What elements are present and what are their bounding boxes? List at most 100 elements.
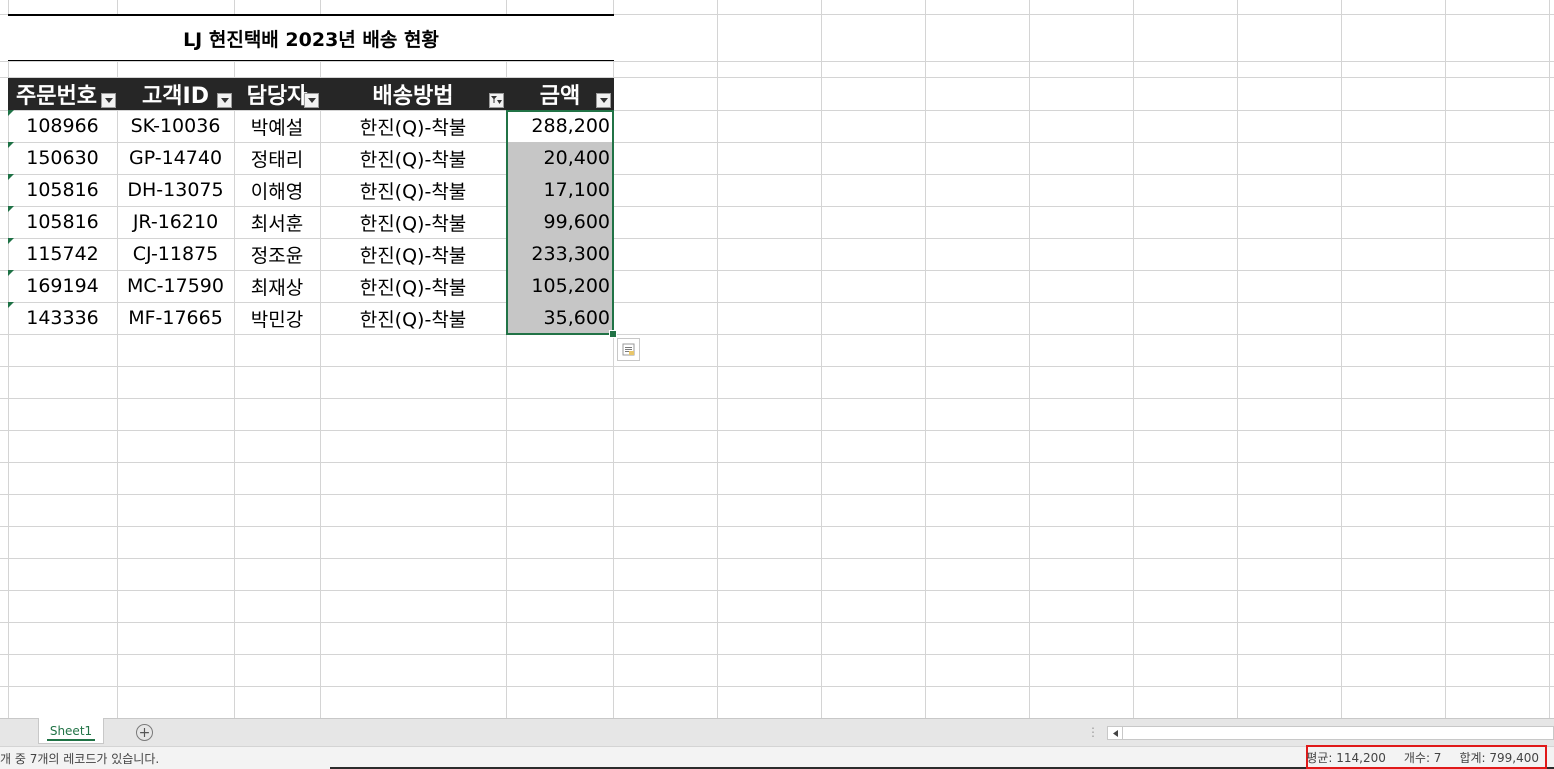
sheet-title-cell[interactable]: LJ 현진택배 2023년 배송 현황: [8, 14, 614, 61]
cell-manager[interactable]: 최서훈: [234, 206, 320, 238]
sheet-title: LJ 현진택배 2023년 배송 현황: [183, 28, 439, 51]
cell-manager[interactable]: 박민강: [234, 302, 320, 334]
cell-order-number[interactable]: 143336: [8, 302, 117, 334]
cell-amount[interactable]: 288,200: [506, 110, 614, 142]
gridline: [925, 0, 926, 718]
cell-customer-id[interactable]: MF-17665: [117, 302, 234, 334]
gridline: [1445, 0, 1446, 718]
status-sum[interactable]: 합계: 799,400: [1459, 749, 1539, 766]
cell-text: 143336: [26, 307, 99, 329]
table-row: 150630 GP-14740 정태리 한진(Q)-착불 20,400: [8, 142, 614, 174]
cell-customer-id[interactable]: JR-16210: [117, 206, 234, 238]
table-row: 169194 MC-17590 최재상 한진(Q)-착불 105,200: [8, 270, 614, 302]
cell-order-number[interactable]: 105816: [8, 174, 117, 206]
gridline: [0, 558, 1554, 559]
cell-shipping-method[interactable]: 한진(Q)-착불: [320, 110, 506, 142]
fill-handle[interactable]: [609, 330, 617, 338]
number-as-text-indicator-icon: [8, 302, 14, 308]
table-header-row: 주문번호 고객ID 담당자 배송방법 금액: [8, 78, 614, 110]
gridline: [0, 494, 1554, 495]
cell-manager[interactable]: 정태리: [234, 142, 320, 174]
header-label: 고객ID: [142, 84, 209, 109]
cell-order-number[interactable]: 150630: [8, 142, 117, 174]
cell-amount[interactable]: 105,200: [506, 270, 614, 302]
cell-customer-id[interactable]: SK-10036: [117, 110, 234, 142]
scroll-left-icon[interactable]: [1108, 727, 1123, 739]
table-row: 115742 CJ-11875 정조윤 한진(Q)-착불 233,300: [8, 238, 614, 270]
gridline: [0, 430, 1554, 431]
cell-text: 한진(Q)-착불: [359, 180, 467, 203]
cell-text: 한진(Q)-착불: [359, 148, 467, 171]
header-customer-id[interactable]: 고객ID: [117, 78, 234, 110]
cell-text: 한진(Q)-착불: [359, 276, 467, 299]
header-order-number[interactable]: 주문번호: [8, 78, 117, 110]
cell-manager[interactable]: 이해영: [234, 174, 320, 206]
cell-order-number[interactable]: 105816: [8, 206, 117, 238]
cell-text: 최서훈: [250, 212, 304, 235]
status-average[interactable]: 평균: 114,200: [1306, 749, 1386, 766]
header-shipping-method[interactable]: 배송방법: [320, 78, 506, 110]
filter-dropdown-icon[interactable]: [304, 93, 319, 108]
cell-customer-id[interactable]: CJ-11875: [117, 238, 234, 270]
gridline: [0, 61, 1554, 62]
cell-text: 한진(Q)-착불: [359, 212, 467, 235]
cell-text: 105816: [26, 211, 99, 233]
cell-shipping-method[interactable]: 한진(Q)-착불: [320, 270, 506, 302]
worksheet-grid[interactable]: LJ 현진택배 2023년 배송 현황 주문번호 고객ID 담당자 배송방법 금…: [0, 0, 1554, 718]
add-sheet-icon[interactable]: +: [136, 724, 153, 741]
cell-text: 이해영: [250, 180, 304, 203]
gridline: [1341, 0, 1342, 718]
cell-amount[interactable]: 20,400: [506, 142, 614, 174]
header-label: 금액: [539, 84, 581, 109]
cell-amount[interactable]: 99,600: [506, 206, 614, 238]
cell-order-number[interactable]: 108966: [8, 110, 117, 142]
table-row: 143336 MF-17665 박민강 한진(Q)-착불 35,600: [8, 302, 614, 334]
cell-shipping-method[interactable]: 한진(Q)-착불: [320, 174, 506, 206]
cell-order-number[interactable]: 169194: [8, 270, 117, 302]
gridline: [0, 686, 1554, 687]
filter-dropdown-icon[interactable]: [596, 93, 611, 108]
cell-text: MF-17665: [128, 307, 223, 329]
cell-amount[interactable]: 17,100: [506, 174, 614, 206]
gridline: [1549, 0, 1550, 718]
gridline: [0, 334, 1554, 335]
tab-sheet1[interactable]: Sheet1: [38, 718, 104, 744]
cell-text: JR-16210: [132, 211, 219, 233]
cell-amount[interactable]: 233,300: [506, 238, 614, 270]
gridline: [0, 366, 1554, 367]
status-count[interactable]: 개수: 7: [1404, 749, 1442, 766]
table-row: 108966 SK-10036 박예설 한진(Q)-착불 288,200: [8, 110, 614, 142]
cell-customer-id[interactable]: GP-14740: [117, 142, 234, 174]
header-manager[interactable]: 담당자: [234, 78, 320, 110]
number-as-text-indicator-icon: [8, 270, 14, 276]
cell-shipping-method[interactable]: 한진(Q)-착불: [320, 238, 506, 270]
cell-manager[interactable]: 정조윤: [234, 238, 320, 270]
tab-splitter-grip[interactable]: ⋮: [1087, 725, 1099, 739]
cell-customer-id[interactable]: MC-17590: [117, 270, 234, 302]
cell-amount[interactable]: 35,600: [506, 302, 614, 334]
gridline: [0, 654, 1554, 655]
cell-text: 정조윤: [250, 244, 304, 267]
gridline: [1133, 0, 1134, 718]
cell-order-number[interactable]: 115742: [8, 238, 117, 270]
cell-text: 박민강: [250, 308, 304, 331]
cell-manager[interactable]: 박예설: [234, 110, 320, 142]
cell-text: 105816: [26, 179, 99, 201]
horizontal-scrollbar[interactable]: [1107, 726, 1554, 740]
cell-text: 150630: [26, 147, 99, 169]
gridline: [1029, 0, 1030, 718]
filter-dropdown-icon[interactable]: [217, 93, 232, 108]
cell-shipping-method[interactable]: 한진(Q)-착불: [320, 206, 506, 238]
header-amount[interactable]: 금액: [506, 78, 614, 110]
cell-text: GP-14740: [128, 147, 223, 169]
filter-applied-icon[interactable]: [489, 93, 504, 108]
cell-customer-id[interactable]: DH-13075: [117, 174, 234, 206]
gridline: [0, 462, 1554, 463]
quick-analysis-icon[interactable]: [617, 338, 640, 361]
cell-shipping-method[interactable]: 한진(Q)-착불: [320, 302, 506, 334]
filter-dropdown-icon[interactable]: [101, 93, 116, 108]
cell-text: 한진(Q)-착불: [359, 308, 467, 331]
cell-text: 최재상: [250, 276, 304, 299]
cell-shipping-method[interactable]: 한진(Q)-착불: [320, 142, 506, 174]
cell-manager[interactable]: 최재상: [234, 270, 320, 302]
